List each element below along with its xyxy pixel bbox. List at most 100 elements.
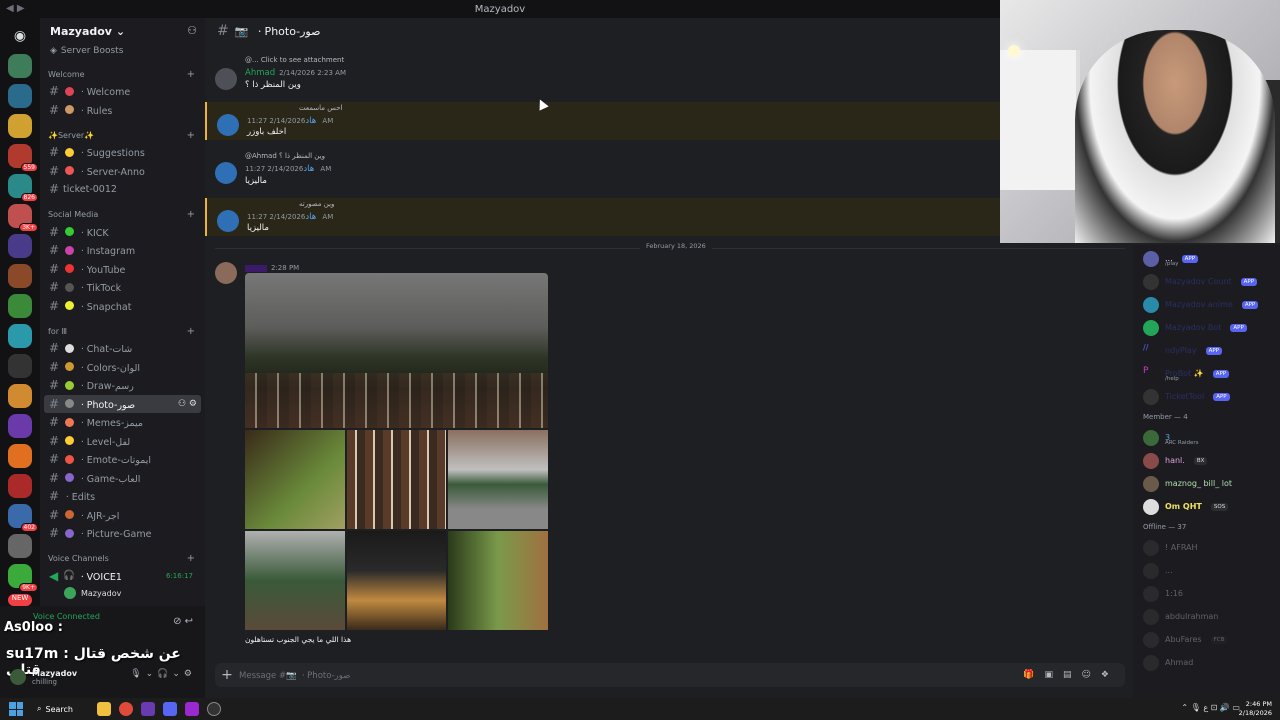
obs-icon[interactable] [206, 702, 221, 716]
channel-item[interactable]: # ㆍAJR-اجر [44, 506, 201, 525]
photo-message-header[interactable]: 2:28 PM [205, 258, 1000, 284]
message-author[interactable]: هاد [305, 116, 316, 126]
channel-item[interactable]: # ㆍMemes-ميمز [44, 413, 201, 432]
voice-member[interactable]: Mazyadov [64, 585, 205, 601]
channel-item[interactable]: # ㆍWelcome [44, 82, 201, 101]
gallery-image[interactable] [448, 430, 549, 529]
add-channel-icon[interactable]: + [187, 69, 195, 80]
message-author[interactable]: هاد [303, 164, 314, 174]
server-icon[interactable] [8, 324, 32, 348]
add-channel-icon[interactable]: + [187, 209, 195, 220]
nav-arrows-icon[interactable]: ◀ ▶ [6, 3, 25, 14]
member-item[interactable]: ... APP/play [1133, 247, 1280, 270]
message[interactable]: @... Click to see attachment Ahmad 2/14/2… [205, 54, 1000, 96]
channel-item[interactable]: # ㆍYouTube [44, 260, 201, 279]
invite-icon[interactable]: ⚇ [187, 24, 197, 37]
gallery-image[interactable] [448, 531, 549, 630]
channel-item-active[interactable]: # ㆍPhoto-صور ⚇ ⚙ [44, 394, 201, 413]
message-author[interactable] [245, 264, 267, 272]
member-item[interactable]: TicketTool APP [1133, 385, 1280, 408]
chrome-icon[interactable] [118, 702, 133, 716]
server-icon[interactable] [8, 354, 32, 378]
channel-item[interactable]: # ㆍInstagram [44, 241, 201, 260]
add-attachment-icon[interactable]: + [215, 667, 239, 683]
self-user[interactable]: Mazyadov chilling 🎙⌄🎧⌄⚙ [10, 666, 200, 688]
channel-settings-icon[interactable]: ⚇ ⚙ [178, 399, 197, 409]
server-icon[interactable]: 826 [8, 174, 38, 202]
new-badge[interactable]: NEW [8, 594, 32, 606]
member-item[interactable]: maznog_ bill_ lot [1133, 472, 1280, 495]
message-author[interactable]: Ahmad [245, 68, 275, 78]
server-icon[interactable] [8, 384, 32, 408]
composer-placeholder[interactable]: Message #📷 ㆍPhoto-صور [239, 669, 1023, 681]
server-icon[interactable] [8, 114, 32, 138]
reply-preview[interactable]: احس ماسمعت [299, 104, 342, 112]
message-composer[interactable]: + Message #📷 ㆍPhoto-صور 🎁▣▤☺❖ [215, 663, 1125, 687]
file-explorer-icon[interactable] [96, 702, 111, 716]
channel-item[interactable]: # ticket-0012 [44, 180, 201, 199]
composer-tools-icon[interactable]: 🎁▣▤☺❖ [1023, 670, 1119, 680]
server-icon[interactable]: 402 [8, 504, 38, 532]
gallery-image[interactable] [245, 531, 345, 630]
app-icon[interactable] [140, 702, 155, 716]
server-icon[interactable] [8, 414, 32, 438]
member-item-offline[interactable]: abdulrahman [1133, 605, 1280, 628]
channel-item[interactable]: # ㆍSnapchat [44, 297, 201, 316]
gallery-image[interactable] [245, 430, 345, 529]
member-item[interactable]: Mazyadov anime APP [1133, 293, 1280, 316]
member-item[interactable]: P ProBot ✨ APP/help [1133, 362, 1280, 385]
server-icon[interactable] [8, 444, 32, 468]
message[interactable]: @Ahmad وين المنظر ذا ؟ هاد2/14/2026 11:2… [205, 150, 1000, 190]
disconnect-icon[interactable]: ⊘ ↩ [173, 616, 193, 627]
windows-start-icon[interactable] [9, 702, 23, 716]
channel-item[interactable]: # ㆍChat-شات [44, 339, 201, 358]
taskbar-search[interactable]: ⌕ Search [37, 704, 73, 714]
server-icon[interactable] [8, 294, 32, 318]
guild-header[interactable]: Mazyadov ⌄ ⚇ [40, 18, 205, 44]
discord-home-icon[interactable]: ◉ [8, 24, 32, 48]
member-item-offline[interactable]: ... [1133, 559, 1280, 582]
channel-item[interactable]: # ㆍLevel-لفل [44, 432, 201, 451]
voice-channel-item[interactable]: ◀ 🎧 ㆍVOICE1 6:16:17 [44, 567, 201, 586]
server-icon[interactable]: 559 [8, 144, 38, 172]
app-icon[interactable] [184, 702, 199, 716]
channel-item[interactable]: # ㆍEdits [44, 487, 201, 506]
server-icon[interactable] [8, 84, 32, 108]
server-boosts[interactable]: ◈ Server Boosts [40, 44, 205, 58]
member-item-offline[interactable]: 1:16 [1133, 582, 1280, 605]
member-item[interactable]: Mazyadov Bot APP [1133, 316, 1280, 339]
server-icon[interactable] [8, 54, 32, 78]
server-icon[interactable] [8, 234, 32, 258]
message-mention[interactable]: احس ماسمعت هاد2/14/2026 11:27 AM اخلف با… [205, 102, 1000, 140]
member-item[interactable]: Om QHT SOS [1133, 495, 1280, 518]
mic-deafen-settings-icon[interactable]: 🎙⌄🎧⌄⚙ [130, 669, 196, 679]
message-mention[interactable]: وين مصورته هاد2/14/2026 11:27 AM ماليزيا [205, 198, 1000, 236]
gallery-image[interactable] [346, 531, 447, 630]
server-icon[interactable]: 3K+ [8, 204, 38, 232]
add-channel-icon[interactable]: + [187, 553, 195, 564]
reply-preview[interactable]: @... Click to see attachment [245, 56, 344, 64]
taskbar-clock[interactable]: 2:46 PM 2/18/2026 [1239, 700, 1272, 718]
member-item-offline[interactable]: Ahmad [1133, 651, 1280, 674]
reply-preview[interactable]: وين مصورته [299, 200, 334, 208]
add-channel-icon[interactable]: + [187, 326, 195, 337]
member-item[interactable]: // ndyPlay APP [1133, 339, 1280, 362]
category-server[interactable]: ✨Server✨ + [40, 127, 205, 143]
member-item[interactable]: 3 ARC Raiders [1133, 426, 1280, 449]
member-item[interactable]: Mazyadov Count APP [1133, 270, 1280, 293]
member-item[interactable]: hanl. BX [1133, 449, 1280, 472]
member-item-offline[interactable]: AbuFares FCB [1133, 628, 1280, 651]
server-icon[interactable]: 9K+ [8, 564, 38, 592]
discord-icon[interactable] [162, 702, 177, 716]
reply-preview[interactable]: @Ahmad وين المنظر ذا ؟ [245, 152, 325, 160]
category-welcome[interactable]: Welcome + [40, 66, 205, 82]
channel-item[interactable]: # ㆍGame-العاب [44, 469, 201, 488]
add-channel-icon[interactable]: + [187, 130, 195, 141]
channel-item[interactable]: # ㆍTikTock [44, 278, 201, 297]
member-item-offline[interactable]: ! AFRAH [1133, 536, 1280, 559]
channel-item[interactable]: # ㆍEmote-ايموتات [44, 450, 201, 469]
server-icon[interactable] [8, 264, 32, 288]
message-author[interactable]: هاد [305, 212, 316, 222]
channel-item[interactable]: # ㆍServer-Anno [44, 162, 201, 181]
gallery-image[interactable] [245, 273, 548, 428]
